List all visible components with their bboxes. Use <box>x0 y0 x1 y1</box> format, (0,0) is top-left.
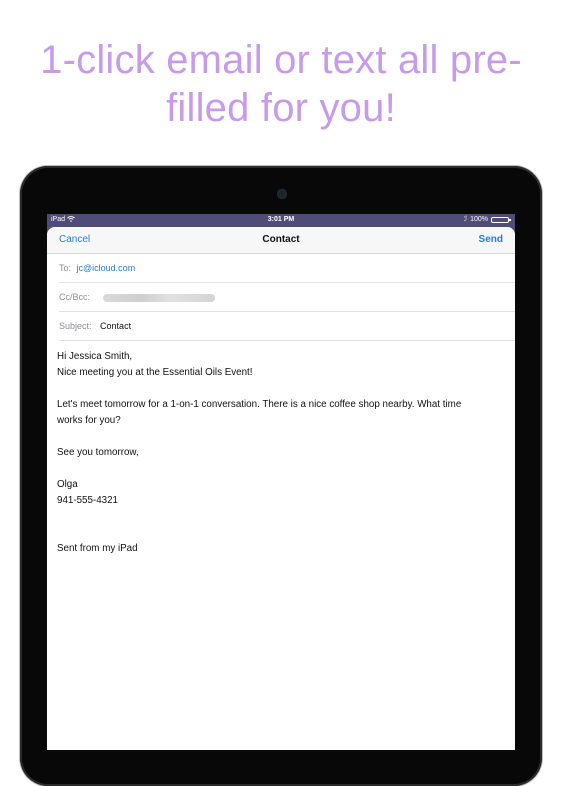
to-field[interactable]: To: jc@icloud.com <box>59 254 515 283</box>
marketing-headline: 1-click email or text all pre- filled fo… <box>0 36 562 132</box>
headline-line-1: 1-click email or text all pre- <box>40 38 522 82</box>
front-camera <box>278 190 286 198</box>
message-body[interactable]: Hi Jessica Smith, Nice meeting you at th… <box>47 341 515 557</box>
subject-field[interactable]: Subject: Contact <box>59 312 515 341</box>
subject-label: Subject: <box>59 321 92 331</box>
status-time: 3:01 PM <box>267 216 295 223</box>
body-greeting: Hi Jessica Smith, <box>57 351 133 362</box>
body-line-1: Nice meeting you at the Essential Oils E… <box>57 367 253 378</box>
bluetooth-icon: ℐ <box>463 216 468 223</box>
compose-title: Contact <box>262 234 300 245</box>
ipad-screen: iPad 3:01 PM ℐ 100% Cancel Contact Send … <box>47 214 515 750</box>
body-signoff: See you tomorrow, <box>57 447 139 458</box>
to-recipient[interactable]: jc@icloud.com <box>77 263 136 273</box>
status-right: ℐ 100% <box>463 214 511 226</box>
battery-percent: 100% <box>470 216 488 223</box>
redacted-ccbcc-value <box>102 293 215 302</box>
send-button[interactable]: Send <box>479 234 503 245</box>
battery-icon <box>491 217 511 223</box>
mail-compose-sheet: Cancel Contact Send To: jc@icloud.com Cc… <box>47 227 515 750</box>
body-phone: 941-555-4321 <box>57 495 119 506</box>
to-label: To: <box>59 263 72 273</box>
ccbcc-field[interactable]: Cc/Bcc: <box>59 283 515 312</box>
headline-line-2: filled for you! <box>166 86 396 130</box>
body-signature: Sent from my iPad <box>57 543 138 554</box>
subject-value[interactable]: Contact <box>100 321 131 331</box>
status-bar: iPad 3:01 PM ℐ 100% <box>47 214 515 226</box>
body-name: Olga <box>57 479 78 490</box>
compose-navbar: Cancel Contact Send <box>47 227 515 254</box>
ccbcc-label: Cc/Bcc: <box>59 292 91 302</box>
body-paragraph-2b: works for you? <box>57 415 121 426</box>
body-paragraph-2a: Let's meet tomorrow for a 1-on-1 convers… <box>57 399 462 410</box>
